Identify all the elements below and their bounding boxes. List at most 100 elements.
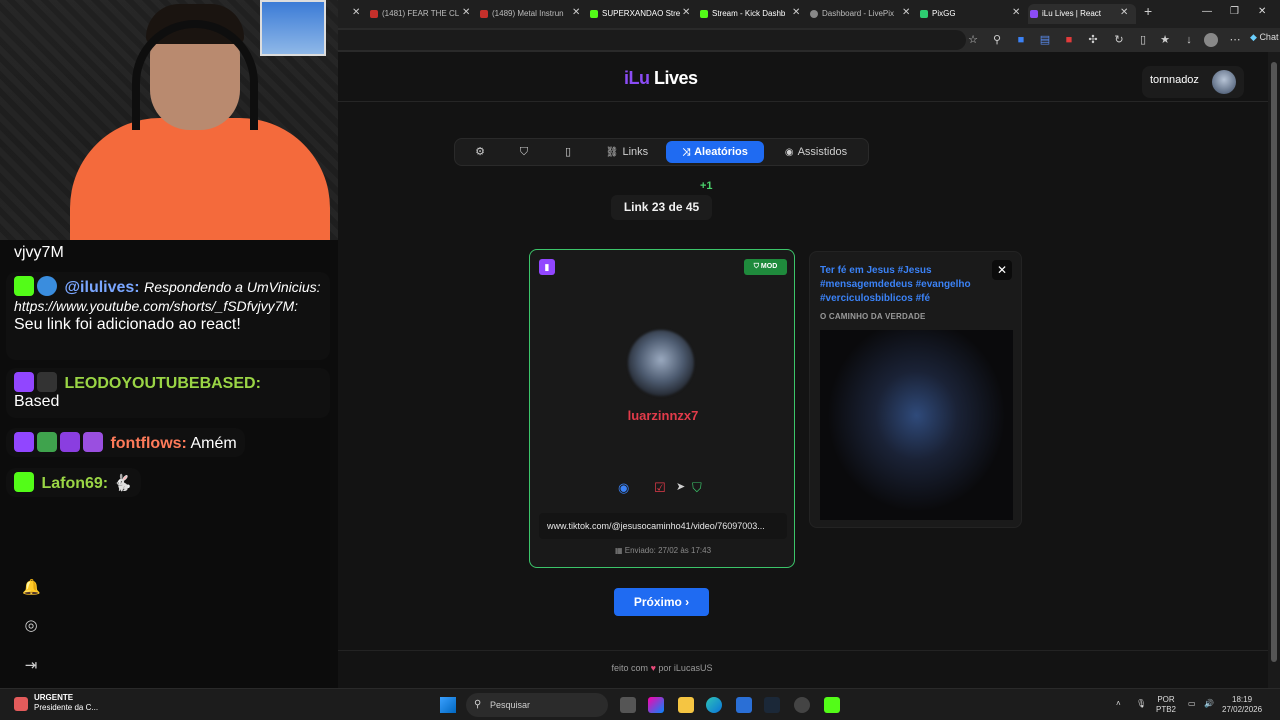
puzzle-icon[interactable]: ✣	[1086, 33, 1100, 47]
browser-tab[interactable]: (1489) Metal Instrun	[478, 4, 570, 24]
close-icon: ✕	[996, 263, 1008, 277]
mark-checked-icon[interactable]: ☑	[654, 480, 666, 496]
translate-icon[interactable]: ▤	[1038, 33, 1052, 47]
close-preview-button[interactable]: ✕	[992, 260, 1012, 280]
close-tab-icon[interactable]: ✕	[792, 7, 800, 18]
tab-settings[interactable]: ⚙	[465, 141, 495, 163]
refresh-extension-icon[interactable]: ↻	[1112, 33, 1126, 47]
tab-moderation[interactable]: ⛉	[509, 141, 539, 163]
eye-icon: ◉	[784, 147, 794, 158]
bot-badge-icon	[37, 276, 57, 296]
edge-icon[interactable]	[706, 697, 722, 713]
logout-icon[interactable]: ⇥	[22, 656, 40, 674]
scrollbar-thumb[interactable]	[1271, 62, 1277, 662]
link-icon: ⛓	[605, 147, 619, 158]
page-scrollbar[interactable]	[1268, 52, 1280, 688]
file-explorer-icon[interactable]	[678, 697, 694, 713]
split-screen-icon[interactable]: ▯	[1136, 33, 1150, 47]
tab-aleatorios[interactable]: ⤨ Aleatórios	[666, 141, 764, 163]
page-footer: feito com ♥ por iLucasUS	[338, 650, 1268, 688]
news-widget[interactable]: URGENTE Presidente da C...	[34, 693, 98, 713]
kick-icon	[590, 10, 598, 18]
microphone-icon[interactable]: 🎙	[1136, 699, 1146, 709]
restore-icon[interactable]: ❐	[1230, 6, 1239, 17]
sender-username: luarzinnzx7	[627, 408, 699, 423]
browser-tab[interactable]: Stream - Kick Dashb	[698, 4, 790, 24]
news-icon	[14, 697, 28, 711]
video-thumbnail[interactable]	[820, 330, 1013, 520]
close-tab-icon[interactable]: ✕	[1120, 7, 1128, 18]
next-button[interactable]: Próximo ›	[614, 588, 709, 616]
chat-message-text: Amém	[190, 435, 237, 452]
sender-avatar	[628, 330, 694, 396]
close-tab-icon[interactable]: ✕	[682, 7, 690, 18]
new-tab-icon[interactable]: +	[1144, 3, 1152, 19]
chat-message-text: Based	[14, 393, 60, 410]
chat-message: LEODOYOUTUBEBASED: Based	[6, 368, 330, 418]
increment-indicator: +1	[700, 180, 713, 192]
copilot-chat-button[interactable]: ◆ Chat	[1250, 32, 1278, 43]
link-card: ▮ ⛉ MOD luarzinnzx7 ◉ ☑ ➤ ⛉ www.tiktok.c…	[529, 249, 795, 568]
app-icon[interactable]	[794, 697, 810, 713]
address-bar[interactable]	[338, 30, 966, 50]
profile-avatar[interactable]	[1204, 33, 1218, 47]
tab-assistidos[interactable]: ◉ Assistidos	[773, 141, 859, 163]
user-menu[interactable]: tornnadoz	[1142, 66, 1244, 98]
clock[interactable]: 18:19 27/02/2026	[1222, 695, 1262, 715]
browser-tab[interactable]: Dashboard - LivePix	[808, 4, 900, 24]
browser-tab-bar: ✕ (1481) FEAR THE CL ✕ (1489) Metal Inst…	[338, 0, 1280, 28]
chat-message: @ilulives: Respondendo a UmVinicius: htt…	[6, 272, 330, 360]
notification-bell-icon[interactable]: 🔔	[22, 578, 41, 596]
windows-start-icon[interactable]	[440, 697, 456, 713]
browser-tab[interactable]: (1481) FEAR THE CL	[368, 4, 460, 24]
steam-icon[interactable]	[764, 697, 780, 713]
sent-timestamp: ▦ Enviado: 27/02 às 17:43	[614, 546, 712, 555]
help-icon[interactable]: ◎	[22, 616, 40, 634]
stream-chat: vjvy7M @ilulives: Respondendo a UmVinici…	[0, 240, 338, 560]
gear-icon: ⚙	[475, 146, 485, 158]
tray-chevron-icon[interactable]: ˄	[1116, 699, 1121, 709]
task-view-icon[interactable]	[620, 697, 636, 713]
link-url[interactable]: www.tiktok.com/@jesusocaminho41/video/76…	[539, 513, 787, 539]
star-icon[interactable]: ☆	[966, 33, 980, 47]
close-tab-icon[interactable]: ✕	[352, 7, 360, 18]
youtube-icon	[480, 10, 488, 18]
close-tab-icon[interactable]: ✕	[572, 7, 580, 18]
wall-poster	[260, 0, 326, 56]
youtube-icon	[370, 10, 378, 18]
network-icon[interactable]: ▭	[1188, 699, 1196, 709]
volume-icon[interactable]: 🔊	[1204, 699, 1214, 709]
download-icon[interactable]: ↓	[1182, 33, 1196, 47]
close-tab-icon[interactable]: ✕	[1012, 7, 1020, 18]
shield-check-icon[interactable]: ⛉	[692, 480, 702, 496]
shield-extension-icon[interactable]: ■	[1014, 33, 1028, 47]
close-window-icon[interactable]: ✕	[1258, 6, 1266, 17]
card-actions: ◉ ☑ ➤ ⛉	[618, 480, 708, 498]
heart-icon: ♥	[650, 663, 656, 673]
minimize-icon[interactable]: —	[1202, 6, 1212, 17]
windows-taskbar: URGENTE Presidente da C... ⚲ Pesquisar ˄ …	[0, 688, 1280, 720]
pixgg-icon	[920, 10, 928, 18]
keyboard-language[interactable]: POR PTB2	[1156, 695, 1176, 715]
taskbar-search[interactable]: ⚲ Pesquisar	[466, 693, 608, 717]
extension-icon[interactable]: ⚲	[990, 33, 1004, 47]
watch-eye-icon[interactable]: ◉	[618, 480, 629, 496]
close-tab-icon[interactable]: ✕	[462, 7, 470, 18]
app-logo[interactable]: iLu Lives	[624, 68, 698, 89]
more-menu-icon[interactable]: ⋯	[1228, 33, 1242, 47]
browser-tab[interactable]: SUPERXANDAO Stre	[588, 4, 680, 24]
browser-tab[interactable]: PixGG	[918, 4, 1010, 24]
hidden-badge-icon	[37, 372, 57, 392]
copilot-app-icon[interactable]	[648, 697, 664, 713]
pdf-extension-icon[interactable]: ■	[1062, 33, 1076, 47]
close-tab-icon[interactable]: ✕	[902, 7, 910, 18]
tab-bookmarks[interactable]: ▯	[553, 141, 583, 163]
photos-app-icon[interactable]	[736, 697, 752, 713]
kick-app-icon[interactable]	[824, 697, 840, 713]
chat-reply-context: Respondendo a UmVinicius: https://www.yo…	[14, 279, 321, 314]
favorites-icon[interactable]: ★	[1158, 33, 1172, 47]
copilot-icon: ◆	[1250, 32, 1257, 42]
screen: vjvy7M @ilulives: Respondendo a UmVinici…	[0, 0, 1280, 720]
tab-links[interactable]: ⛓ Links	[599, 141, 655, 163]
mod-badge: ⛉ MOD	[744, 259, 787, 275]
